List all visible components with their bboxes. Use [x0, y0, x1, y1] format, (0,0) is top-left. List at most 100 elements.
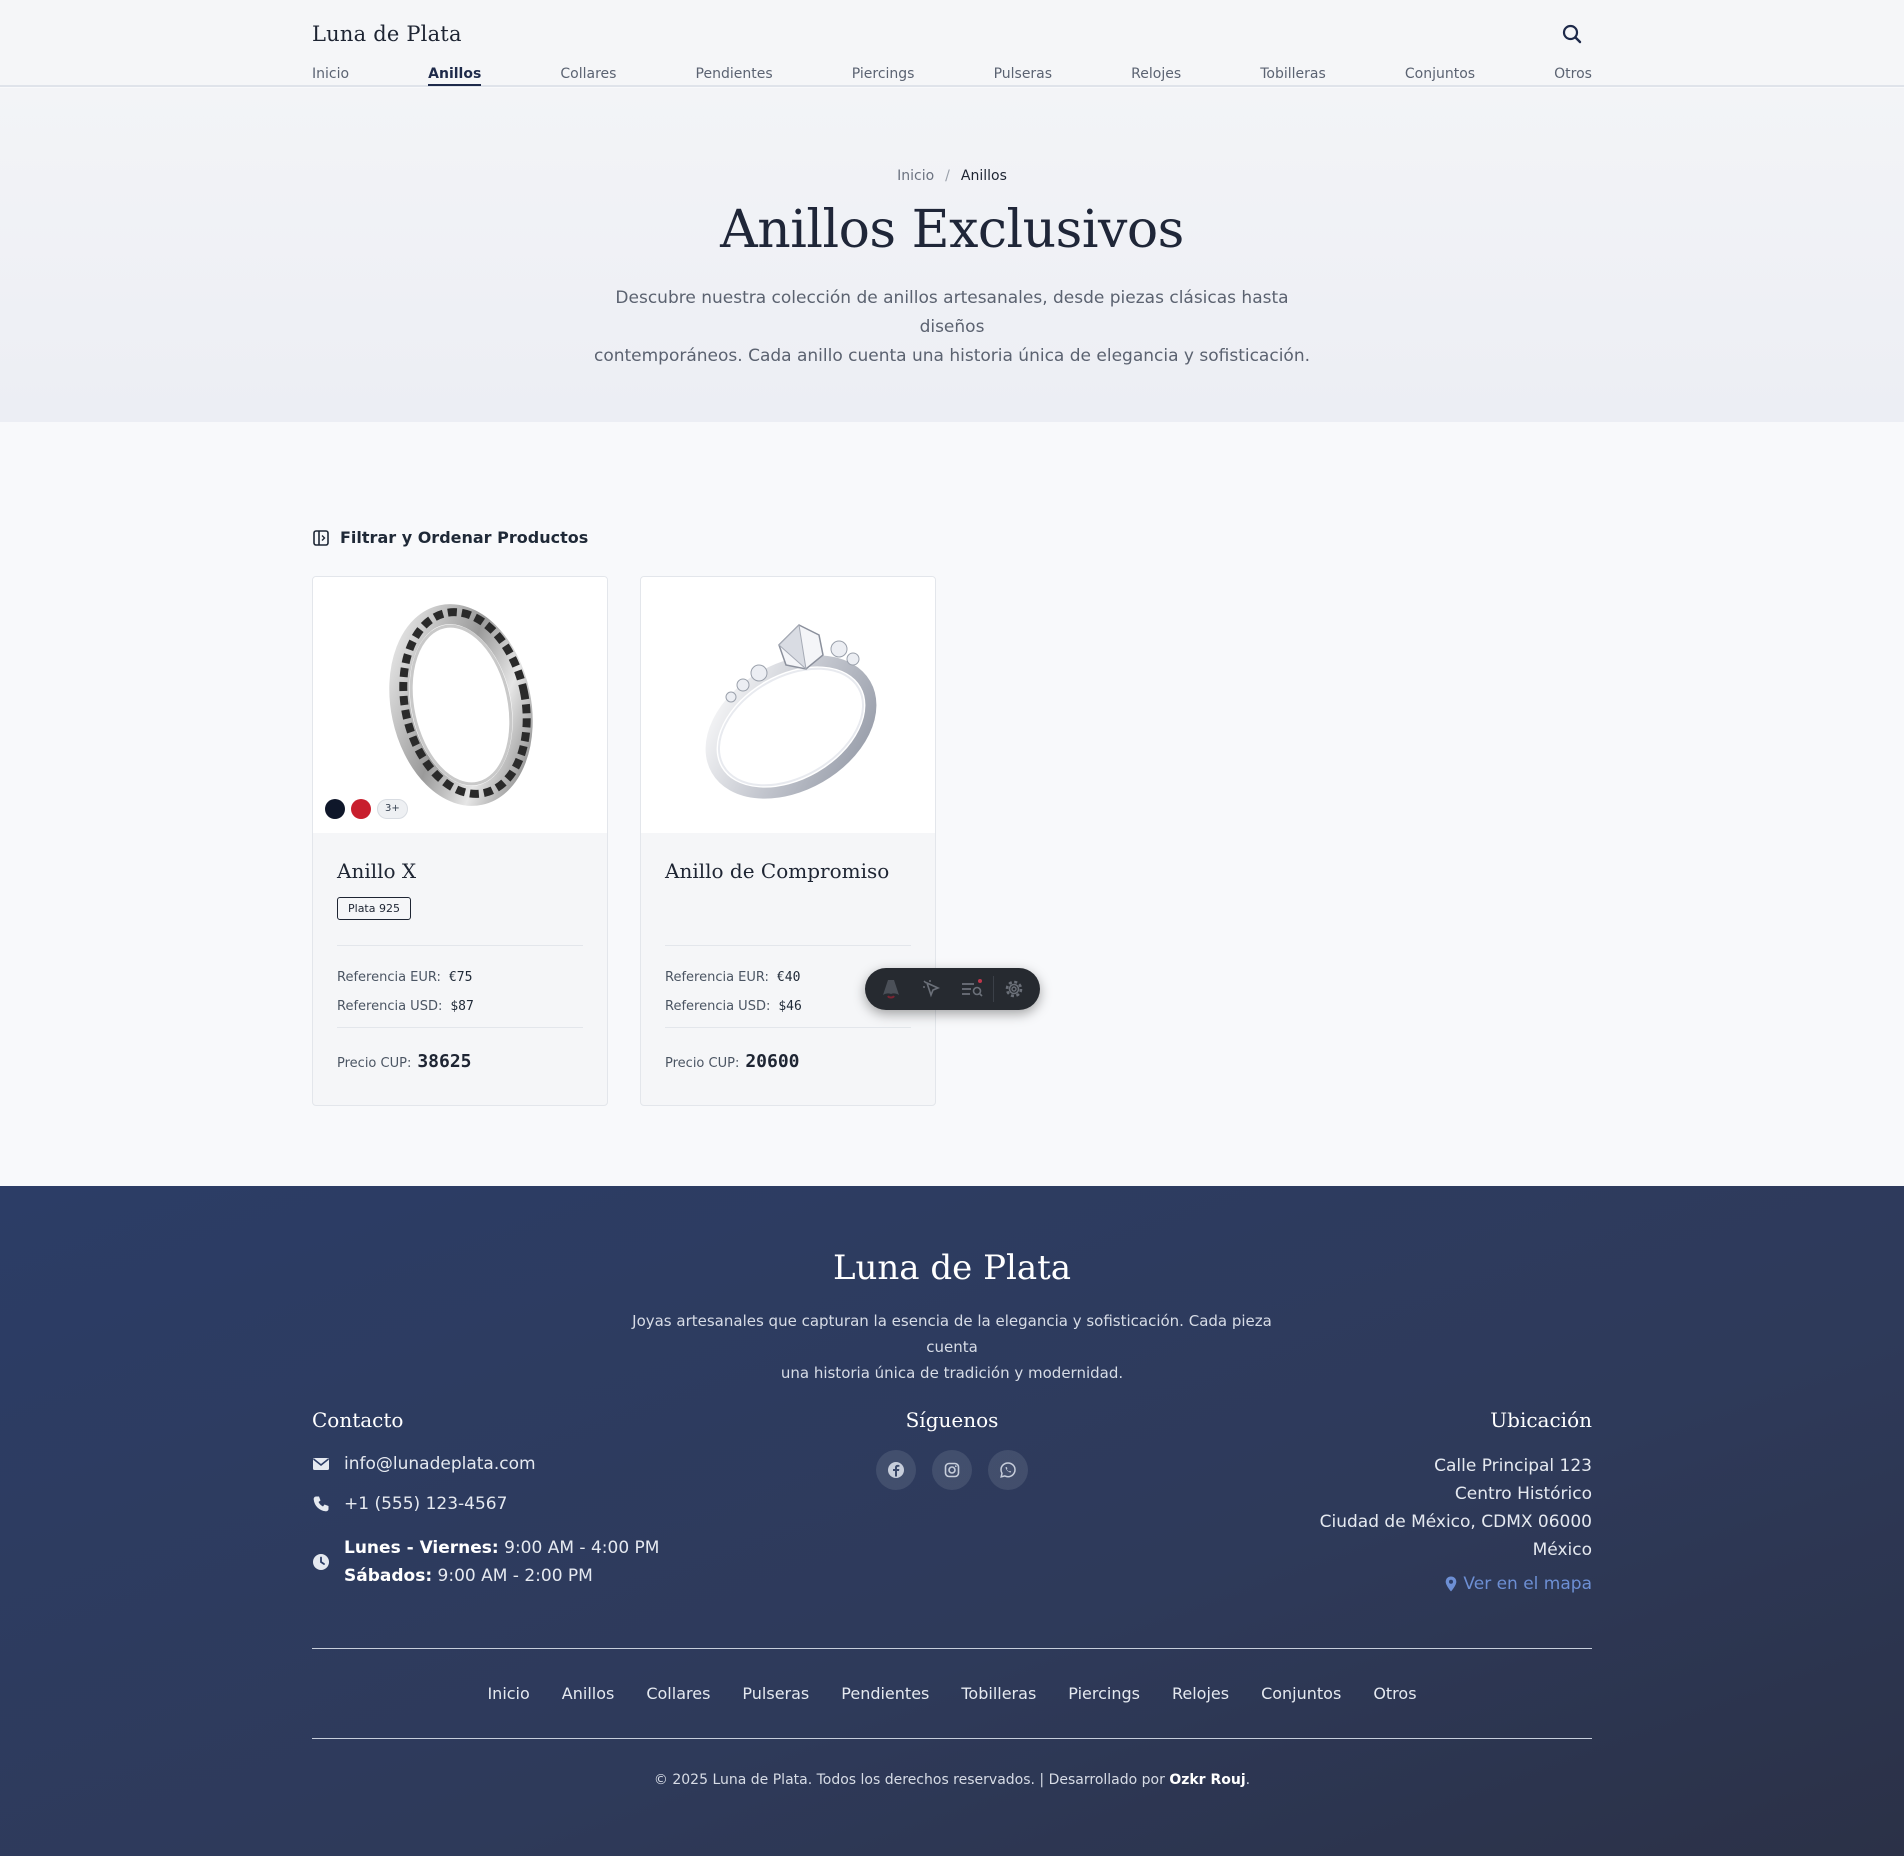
- envelope-icon: [313, 1458, 329, 1470]
- map-link[interactable]: Ver en el mapa: [1445, 1574, 1592, 1594]
- hero-section: Inicio / Anillos Anillos Exclusivos Descub…: [0, 88, 1904, 422]
- ref-eur-label: Referencia EUR:: [665, 970, 769, 985]
- copyright-suffix: .: [1245, 1772, 1251, 1788]
- products-section: Filtrar y Ordenar Productos 3+ Anillo X …: [0, 422, 1904, 1186]
- footer-nav-item[interactable]: Conjuntos: [1261, 1684, 1341, 1703]
- footer-nav-item[interactable]: Inicio: [487, 1684, 529, 1703]
- ring-image: [705, 623, 877, 799]
- divider: [665, 945, 911, 946]
- footer-nav-item[interactable]: Collares: [646, 1684, 710, 1703]
- color-swatch-red[interactable]: [351, 799, 371, 819]
- nav-item-collares[interactable]: Collares: [560, 66, 616, 86]
- copyright: © 2025 Luna de Plata. Todos los derechos…: [0, 1772, 1904, 1788]
- copyright-text: © 2025 Luna de Plata. Todos los derechos…: [653, 1772, 1165, 1788]
- map-link-label: Ver en el mapa: [1463, 1574, 1592, 1594]
- price-cup: Precio CUP: 38625: [337, 1051, 472, 1072]
- ring-image: [389, 604, 533, 806]
- breadcrumb: Inicio / Anillos: [0, 168, 1904, 184]
- ref-usd: Referencia USD: $87: [337, 999, 474, 1014]
- site-header: Luna de Plata Inicio Anillos Collares Pe…: [0, 0, 1904, 87]
- footer-nav-item[interactable]: Piercings: [1068, 1684, 1140, 1703]
- saturday-label: Sábados:: [344, 1566, 433, 1586]
- address-line: Ciudad de México, CDMX 06000: [1319, 1512, 1592, 1532]
- footer-nav-item[interactable]: Relojes: [1172, 1684, 1229, 1703]
- footer-nav-item[interactable]: Otros: [1373, 1684, 1416, 1703]
- footer-nav-item[interactable]: Tobilleras: [961, 1684, 1036, 1703]
- nav-item-pulseras[interactable]: Pulseras: [994, 66, 1053, 86]
- instagram-link[interactable]: [932, 1450, 972, 1490]
- dev-toolbar: [865, 968, 1040, 1010]
- product-name: Anillo de Compromiso: [665, 859, 890, 883]
- product-card[interactable]: 3+ Anillo X Plata 925 Referencia EUR: €75…: [312, 576, 608, 1106]
- inspect-button[interactable]: [912, 968, 953, 1010]
- footer-nav: Inicio Anillos Collares Pulseras Pendien…: [0, 1684, 1904, 1703]
- footer-description: Joyas artesanales que capturan la esenci…: [620, 1308, 1284, 1386]
- price-label: Precio CUP:: [337, 1056, 412, 1071]
- ref-usd-label: Referencia USD:: [665, 999, 771, 1014]
- page-description-line: contemporáneos. Cada anillo cuenta una h…: [593, 346, 1311, 366]
- nav-item-piercings[interactable]: Piercings: [852, 66, 915, 86]
- filter-sort-button[interactable]: Filtrar y Ordenar Productos: [312, 528, 588, 547]
- product-card[interactable]: Anillo de Compromiso Referencia EUR: €40 …: [640, 576, 936, 1106]
- ref-usd-label: Referencia USD:: [337, 999, 443, 1014]
- nav-item-otros[interactable]: Otros: [1554, 66, 1592, 86]
- breadcrumb-current: Anillos: [960, 168, 1007, 184]
- price-value: 38625: [417, 1051, 472, 1072]
- nav-item-tobilleras[interactable]: Tobilleras: [1260, 66, 1326, 86]
- footer-divider: [312, 1738, 1592, 1739]
- breadcrumb-separator: /: [945, 168, 950, 184]
- contact-email[interactable]: info@lunadeplata.com: [312, 1454, 536, 1474]
- ref-eur: Referencia EUR: €75: [337, 970, 472, 985]
- whatsapp-icon: [1000, 1462, 1016, 1478]
- ref-eur: Referencia EUR: €40: [665, 970, 800, 985]
- email-text: info@lunadeplata.com: [344, 1454, 536, 1474]
- audit-button[interactable]: [952, 968, 993, 1010]
- nav-item-pendientes[interactable]: Pendientes: [696, 66, 773, 86]
- footer-nav-item[interactable]: Pulseras: [742, 1684, 809, 1703]
- price-label: Precio CUP:: [665, 1056, 740, 1071]
- footer-nav-item[interactable]: Pendientes: [841, 1684, 929, 1703]
- page-title: Anillos Exclusivos: [720, 200, 1184, 260]
- contact-phone[interactable]: +1 (555) 123-4567: [312, 1494, 507, 1514]
- clock-icon: [313, 1554, 329, 1570]
- astro-logo-icon: [883, 980, 900, 999]
- facebook-link[interactable]: [876, 1450, 916, 1490]
- facebook-icon: [888, 1462, 904, 1478]
- page-description: Descubre nuestra colección de anillos ar…: [592, 284, 1312, 371]
- more-colors-badge[interactable]: 3+: [377, 799, 408, 819]
- search-button[interactable]: [1558, 20, 1586, 48]
- address-line: Centro Histórico: [1454, 1484, 1592, 1504]
- settings-gear-icon: [1005, 980, 1023, 998]
- main-nav: Inicio Anillos Collares Pendientes Pierc…: [312, 66, 1592, 86]
- whatsapp-link[interactable]: [988, 1450, 1028, 1490]
- developer-link[interactable]: Ozkr Rouj: [1169, 1772, 1245, 1788]
- map-pin-icon: [1446, 1576, 1457, 1592]
- nav-item-relojes[interactable]: Relojes: [1131, 66, 1181, 86]
- ref-usd-value: $46: [778, 999, 802, 1014]
- nav-item-inicio[interactable]: Inicio: [312, 66, 349, 86]
- footer-nav-item[interactable]: Anillos: [562, 1684, 615, 1703]
- ref-eur-label: Referencia EUR:: [337, 970, 441, 985]
- astro-menu-button[interactable]: [871, 968, 912, 1010]
- ref-eur-value: €40: [776, 970, 801, 985]
- saturday-hours: Sábados: 9:00 AM - 2:00 PM: [344, 1562, 659, 1590]
- instagram-icon: [944, 1462, 960, 1478]
- ref-usd-value: $87: [450, 999, 474, 1014]
- weekday-label: Lunes - Viernes:: [344, 1538, 499, 1558]
- product-image: [641, 577, 935, 833]
- location-heading: Ubicación: [1490, 1408, 1592, 1432]
- nav-item-conjuntos[interactable]: Conjuntos: [1405, 66, 1475, 86]
- divider: [665, 1027, 911, 1028]
- footer-brand: Luna de Plata: [832, 1248, 1072, 1288]
- contact-hours: Lunes - Viernes: 9:00 AM - 4:00 PM Sábad…: [312, 1534, 659, 1590]
- ref-eur-value: €75: [448, 970, 473, 985]
- settings-button[interactable]: [993, 968, 1034, 1010]
- brand-logo[interactable]: Luna de Plata: [312, 22, 462, 46]
- footer-divider: [312, 1648, 1592, 1649]
- nav-item-anillos[interactable]: Anillos: [428, 66, 482, 86]
- breadcrumb-home[interactable]: Inicio: [897, 168, 934, 184]
- product-image: 3+: [313, 577, 607, 833]
- phone-text: +1 (555) 123-4567: [344, 1494, 508, 1514]
- color-swatch-navy[interactable]: [325, 799, 345, 819]
- address: Calle Principal 123 Centro Histórico Ciu…: [1320, 1452, 1592, 1564]
